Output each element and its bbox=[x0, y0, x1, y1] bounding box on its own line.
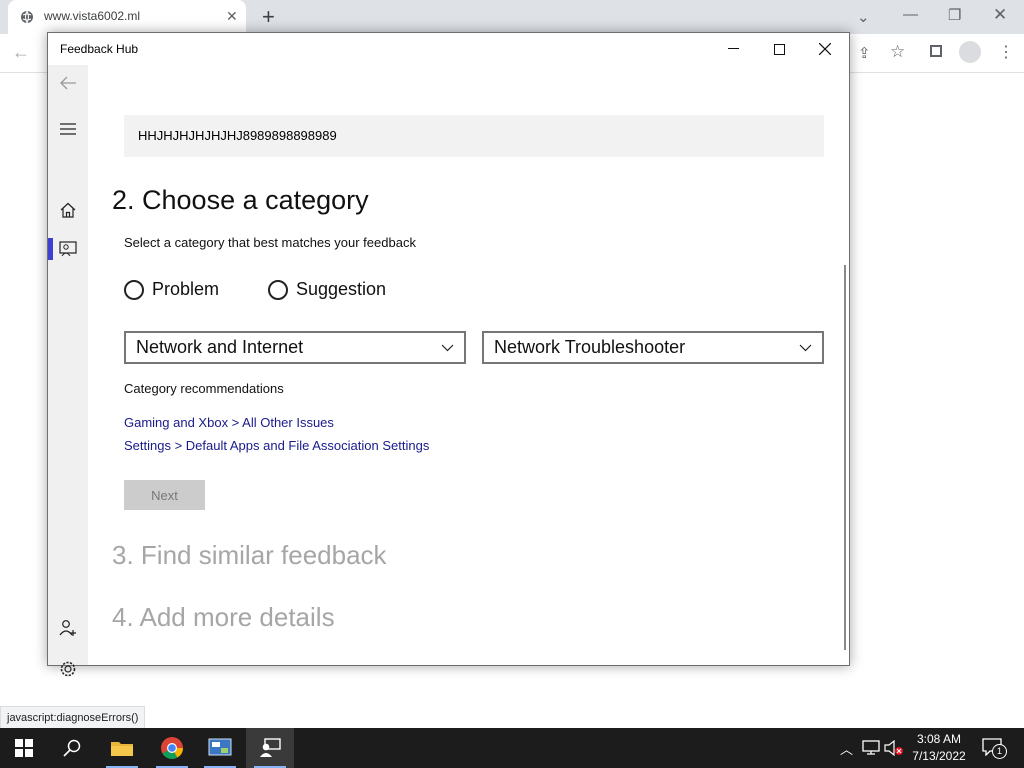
action-center-button[interactable]: 1 bbox=[982, 738, 1007, 759]
category-dropdown[interactable]: Network and Internet bbox=[124, 331, 466, 364]
side-panel-icon[interactable] bbox=[930, 45, 942, 57]
step2-subtitle: Select a category that best matches your… bbox=[124, 235, 416, 250]
recommendation-link[interactable]: Settings > Default Apps and File Associa… bbox=[124, 438, 429, 453]
radio-problem[interactable]: Problem bbox=[124, 279, 219, 300]
scrollbar[interactable] bbox=[844, 265, 846, 650]
minimize-icon bbox=[727, 48, 739, 49]
feedback-title-field[interactable]: HHJHJHJHJHJHJ8989898898989 bbox=[124, 115, 824, 157]
step3-heading: 3. Find similar feedback bbox=[112, 540, 387, 570]
chrome-icon bbox=[161, 737, 183, 759]
control-panel-button[interactable] bbox=[196, 728, 244, 768]
file-explorer-button[interactable] bbox=[98, 728, 146, 768]
hamburger-menu-button[interactable] bbox=[48, 111, 88, 147]
nav-home[interactable] bbox=[48, 192, 88, 228]
search-icon bbox=[63, 739, 81, 757]
maximize-button[interactable] bbox=[756, 33, 802, 65]
step2-heading: 2. Choose a category bbox=[112, 185, 369, 215]
radio-suggestion-label: Suggestion bbox=[296, 279, 387, 299]
chrome-button[interactable] bbox=[148, 728, 196, 768]
chevron-down-icon bbox=[441, 344, 454, 351]
windows-logo-icon bbox=[15, 739, 33, 757]
status-bar-url: javascript:diagnoseErrors() bbox=[0, 706, 146, 730]
home-icon bbox=[60, 202, 76, 218]
nav-rail bbox=[48, 65, 88, 677]
subcategory-value: Network Troubleshooter bbox=[494, 337, 686, 357]
feedback-hub-taskbar-button[interactable] bbox=[246, 728, 294, 768]
nav-settings[interactable] bbox=[48, 651, 88, 687]
radio-problem-label: Problem bbox=[152, 279, 220, 299]
close-tab-icon[interactable]: ✕ bbox=[226, 8, 238, 25]
start-button[interactable] bbox=[0, 728, 48, 768]
gear-icon bbox=[60, 661, 76, 677]
feedback-hub-window: Feedback Hub HHJHJHJHJHJHJ8989898898989 … bbox=[47, 32, 850, 677]
taskbar: ︿ 3:08 AM 7/13/2022 1 bbox=[0, 728, 1024, 768]
network-icon[interactable] bbox=[862, 740, 880, 756]
profile-avatar-icon[interactable] bbox=[959, 41, 981, 63]
nav-profile[interactable] bbox=[48, 610, 88, 646]
subcategory-dropdown[interactable]: Network Troubleshooter bbox=[482, 331, 824, 364]
show-hidden-icons-chevron-icon[interactable]: ︿ bbox=[840, 739, 853, 758]
hamburger-icon bbox=[60, 123, 76, 135]
window-title: Feedback Hub bbox=[60, 42, 139, 56]
globe-icon bbox=[21, 10, 33, 24]
control-panel-icon bbox=[208, 738, 232, 756]
title-bar[interactable]: Feedback Hub bbox=[48, 33, 849, 65]
system-clock[interactable]: 3:08 AM 7/13/2022 bbox=[904, 731, 974, 765]
clock-date: 7/13/2022 bbox=[912, 749, 966, 763]
restore-browser-icon[interactable]: ❐ bbox=[948, 6, 961, 24]
menu-kebab-icon[interactable]: ⋮ bbox=[998, 42, 1014, 62]
maximize-icon bbox=[773, 43, 785, 55]
search-button[interactable] bbox=[48, 728, 96, 768]
close-button[interactable] bbox=[802, 33, 848, 65]
volume-muted-icon[interactable] bbox=[884, 740, 904, 756]
feedback-hub-icon bbox=[260, 738, 281, 757]
nav-feedback[interactable] bbox=[48, 231, 88, 267]
notification-count-badge: 1 bbox=[992, 744, 1007, 759]
chevron-down-icon bbox=[799, 344, 812, 351]
recommendation-link[interactable]: Gaming and Xbox > All Other Issues bbox=[124, 415, 334, 430]
step4-heading: 4. Add more details bbox=[112, 602, 335, 632]
back-arrow-icon bbox=[60, 76, 76, 90]
back-icon[interactable]: ← bbox=[12, 42, 30, 63]
new-tab-button[interactable]: + bbox=[262, 4, 275, 30]
close-icon bbox=[819, 43, 831, 55]
clock-time: 3:08 AM bbox=[916, 732, 962, 746]
browser-tab-title: www.vista6002.ml bbox=[44, 9, 141, 23]
feedback-title-value: HHJHJHJHJHJHJ8989898898989 bbox=[138, 128, 337, 143]
share-icon[interactable]: ⇪ bbox=[858, 44, 871, 62]
folder-icon bbox=[111, 742, 133, 756]
tab-search-icon[interactable]: ⌄ bbox=[857, 8, 870, 26]
close-browser-icon[interactable]: ✕ bbox=[993, 5, 1007, 25]
minimize-browser-icon[interactable]: — bbox=[903, 6, 918, 23]
next-button[interactable]: Next bbox=[124, 480, 205, 510]
radio-circle-icon bbox=[268, 279, 288, 300]
radio-suggestion[interactable]: Suggestion bbox=[268, 279, 386, 300]
minimize-button[interactable] bbox=[710, 33, 756, 65]
feedback-icon bbox=[59, 241, 77, 257]
category-value: Network and Internet bbox=[136, 337, 304, 357]
main-content: HHJHJHJHJHJHJ8989898898989 2. Choose a c… bbox=[88, 65, 849, 665]
add-person-icon bbox=[59, 620, 76, 636]
recommendations-title: Category recommendations bbox=[124, 381, 284, 396]
bookmark-star-icon[interactable]: ☆ bbox=[890, 42, 905, 62]
radio-circle-icon bbox=[124, 279, 144, 300]
back-button[interactable] bbox=[48, 65, 88, 101]
browser-tab[interactable]: www.vista6002.ml ✕ bbox=[8, 0, 246, 34]
